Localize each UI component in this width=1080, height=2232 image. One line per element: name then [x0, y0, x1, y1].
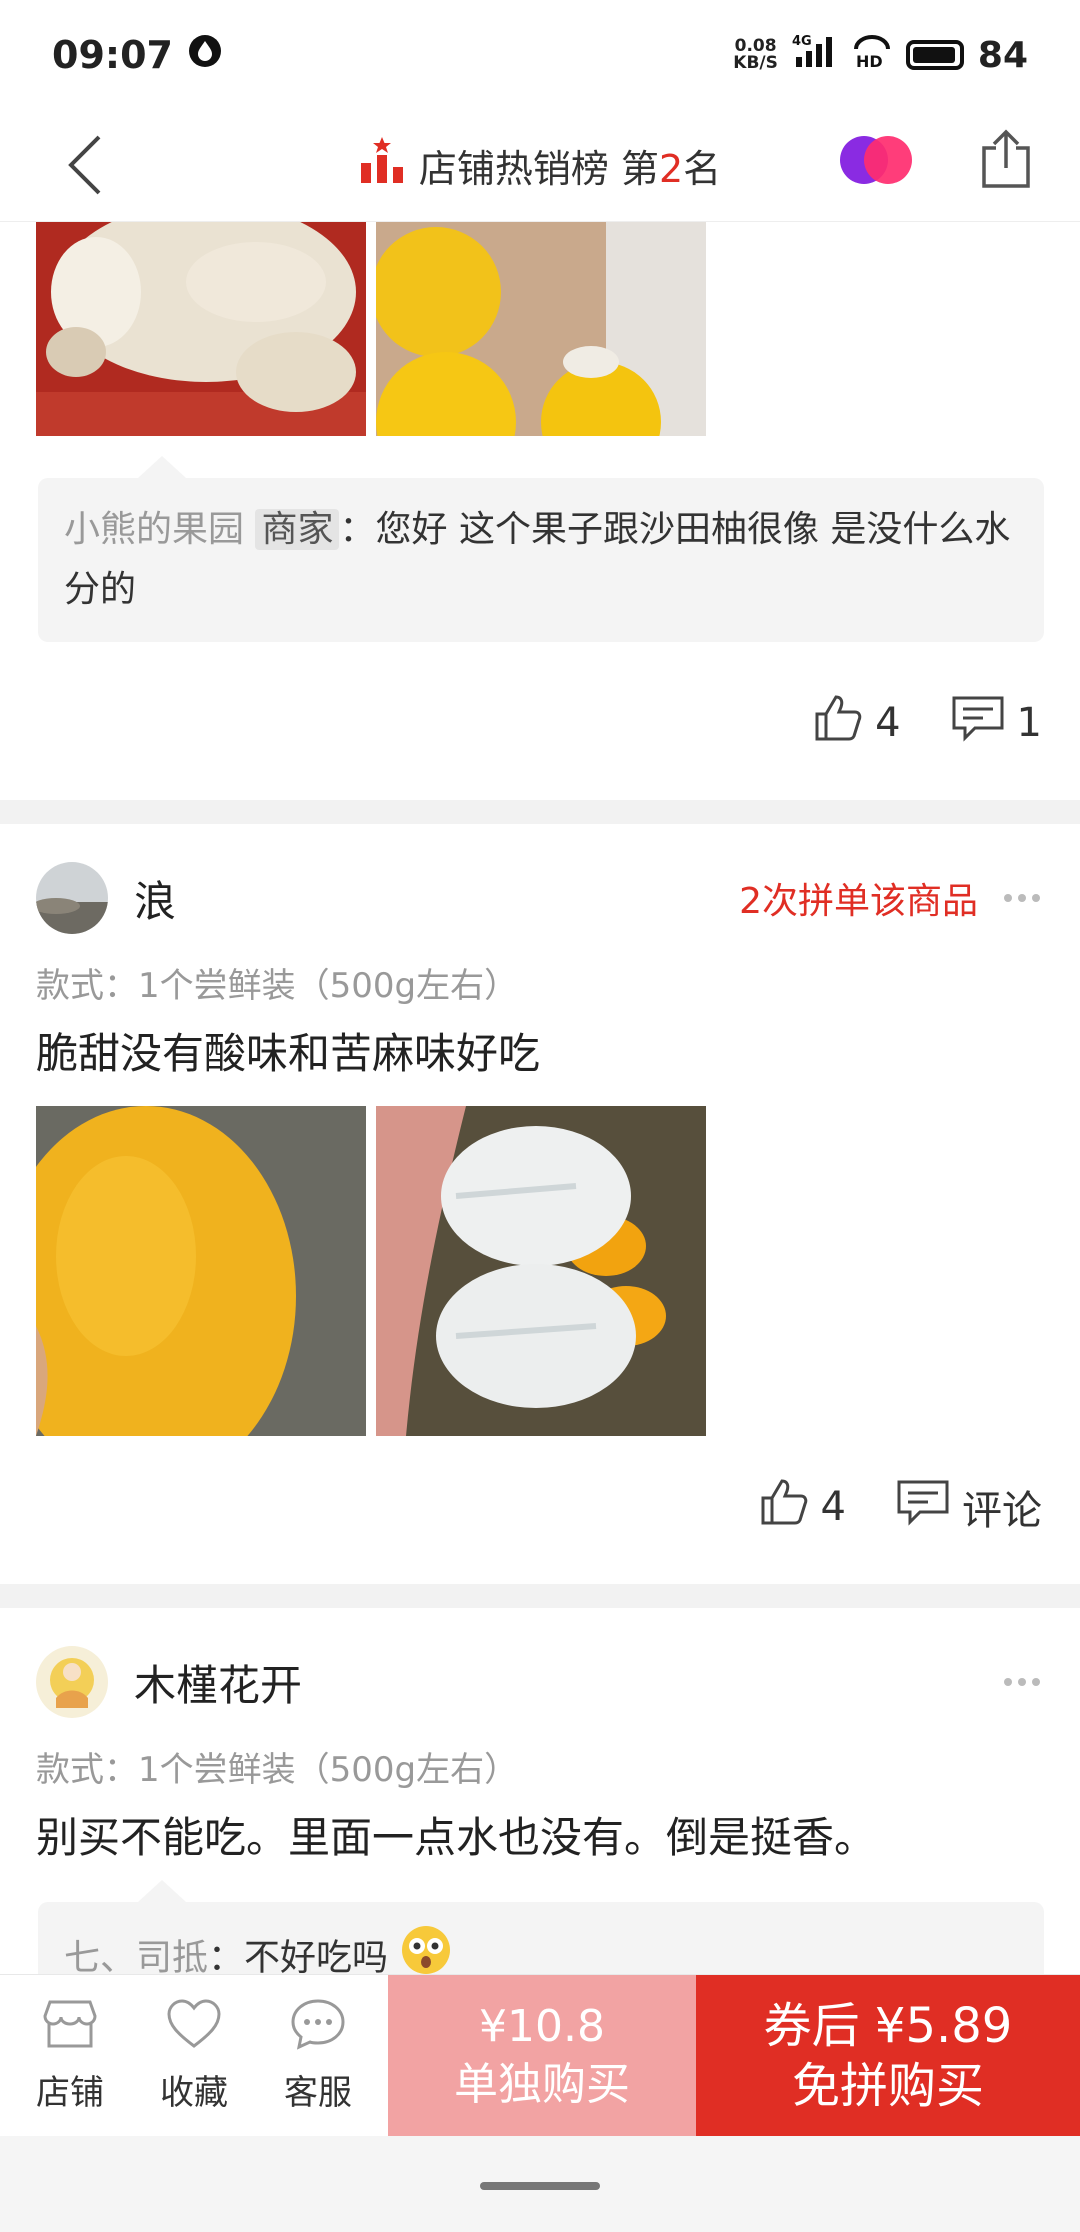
review-text: 别买不能吃。里面一点水也没有。倒是挺香。	[36, 1813, 877, 1862]
repeat-purchase-badge: 2次拼单该商品	[739, 881, 978, 922]
battery-icon	[905, 40, 964, 70]
review-photo[interactable]	[376, 1106, 706, 1436]
review-actions: 4 1	[813, 694, 1042, 752]
rank-number: 2	[658, 147, 684, 191]
review-photo[interactable]	[376, 222, 706, 436]
customer-service-label: 客服	[284, 2072, 352, 2113]
net-speed: 0.08 KB/S	[733, 36, 778, 73]
review-header: 木槿花开	[36, 1646, 1044, 1718]
product-spec: 款式：1个尝鲜装（500g左右）	[36, 1750, 519, 1790]
coupon-price: 券后 ¥5.89	[763, 1997, 1013, 2054]
like-count: 4	[875, 700, 901, 746]
notification-icon	[187, 33, 223, 78]
reviewer-name[interactable]: 木槿花开	[134, 1652, 302, 1713]
like-button[interactable]: 4	[813, 694, 901, 752]
buyer-reply: 七、司抵：不好吃吗	[38, 1880, 1044, 1975]
merchant-badge: 商家	[255, 509, 340, 550]
comment-button[interactable]: 评论	[896, 1478, 1042, 1536]
page-title: 店铺热销榜 第2名	[359, 137, 721, 194]
single-label: 单独购买	[454, 2058, 630, 2110]
comment-icon	[896, 1478, 950, 1536]
thumbs-up-icon	[813, 694, 863, 752]
signal-icon: 4G	[792, 33, 838, 78]
group-free-buy-button[interactable]: 券后 ¥5.89 免拼购买	[696, 1975, 1080, 2136]
battery-level: 84	[977, 34, 1028, 76]
home-gesture-bar[interactable]	[480, 2182, 600, 2190]
group-label: 免拼购买	[791, 2057, 984, 2114]
nav-bar: 店铺热销榜 第2名	[0, 110, 1080, 222]
review-photo[interactable]	[36, 1106, 366, 1436]
reply-author[interactable]: 小熊的果园	[64, 509, 244, 550]
shop-label: 店铺	[36, 2072, 104, 2113]
app-logo-icon[interactable]	[840, 136, 914, 186]
review-text: 脆甜没有酸味和苦麻味好吃	[36, 1029, 541, 1078]
store-icon	[42, 1998, 98, 2059]
heart-icon	[166, 1998, 222, 2059]
more-icon[interactable]	[1004, 1678, 1044, 1686]
comment-label: 评论	[962, 1488, 1042, 1534]
like-button[interactable]: 4	[759, 1478, 846, 1536]
review-header: 浪 2次拼单该商品	[36, 862, 1044, 934]
divider	[0, 800, 1080, 824]
bottom-action-bar: 店铺 收藏 客服 ¥10.8 单独购买 券后 ¥5.89 免拼购买	[0, 1974, 1080, 2136]
comment-icon	[951, 694, 1005, 752]
avatar[interactable]	[36, 1646, 108, 1718]
reply-text: 不好吃吗	[244, 1937, 389, 1975]
back-button[interactable]	[50, 130, 120, 200]
ranking-icon	[359, 137, 405, 194]
gesture-area	[0, 2136, 1080, 2232]
merchant-reply: 小熊的果园 商家 ：您好 这个果子跟沙田柚很像 是没什么水分的	[38, 456, 1044, 642]
chat-bubble-icon	[290, 1998, 346, 2059]
favorite-label: 收藏	[160, 2072, 228, 2113]
review-photo[interactable]	[36, 222, 366, 436]
single-price: ¥10.8	[479, 2000, 605, 2052]
comment-count: 1	[1016, 700, 1042, 746]
hd-icon: HD	[852, 33, 892, 78]
thumbs-up-icon	[759, 1478, 809, 1536]
favorite-button[interactable]: 收藏	[160, 1998, 228, 2114]
reviewer-name[interactable]: 浪	[134, 868, 176, 929]
flushed-face-icon	[400, 1924, 452, 1974]
status-time: 09:07	[52, 33, 173, 77]
buy-alone-button[interactable]: ¥10.8 单独购买	[388, 1975, 696, 2136]
customer-service-button[interactable]: 客服	[284, 1998, 352, 2114]
comment-button[interactable]: 1	[951, 694, 1042, 752]
shop-button[interactable]: 店铺	[36, 1998, 104, 2114]
review-actions: 4 评论	[759, 1478, 1042, 1536]
divider	[0, 1584, 1080, 1608]
product-spec: 款式：1个尝鲜装（500g左右）	[36, 966, 519, 1006]
more-icon[interactable]	[1004, 894, 1044, 902]
status-bar: 09:07 0.08 KB/S 4G HD 84	[0, 0, 1080, 110]
svg-text:HD: HD	[856, 52, 883, 69]
reply-author[interactable]: 七、司抵	[64, 1938, 208, 1975]
review-list[interactable]: 小熊的果园 商家 ：您好 这个果子跟沙田柚很像 是没什么水分的 4 1 浪 2次拼…	[0, 222, 1080, 1974]
share-button[interactable]	[980, 128, 1032, 194]
svg-text:4G: 4G	[792, 34, 812, 49]
avatar[interactable]	[36, 862, 108, 934]
like-count: 4	[820, 1484, 846, 1530]
